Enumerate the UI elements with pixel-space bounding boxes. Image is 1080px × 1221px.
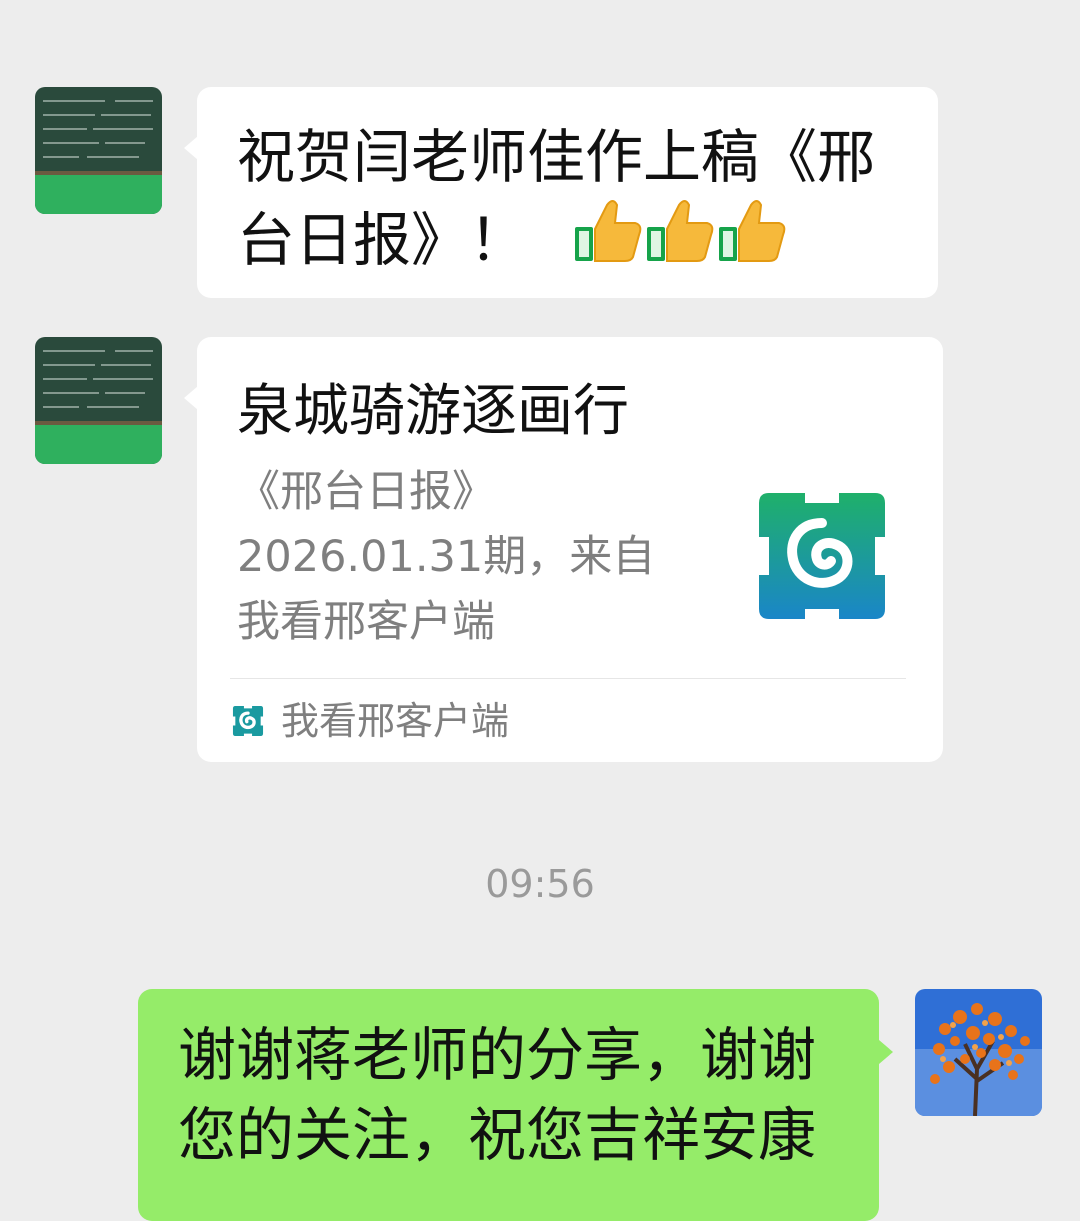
thumbs-up-emoji-icon [717,197,787,283]
bubble-tail [184,386,198,410]
thumbs-up-emoji-icon [645,197,715,283]
bubble-tail [879,1040,893,1064]
contact-avatar[interactable] [35,337,162,464]
message-text-line: 祝贺闫老师佳作上稿《邢 [237,123,876,191]
message-bubble-received[interactable]: 祝贺闫老师佳作上稿《邢 台日报》！ [197,87,938,298]
message-timestamp: 09:56 [485,862,595,906]
message-text-line: 谢谢蒋老师的分享，谢谢 [178,1021,817,1089]
thumbs-up-emoji-icon [573,197,643,283]
card-source-name: 我看邢客户端 [281,699,510,743]
message-text-line: 您的关注，祝您吉祥安康 [178,1101,817,1169]
card-description-line: 《邢台日报》 [237,467,495,517]
app-small-logo-icon [232,705,264,737]
user-avatar[interactable] [915,989,1042,1116]
message-text-line: 台日报》！ [237,197,787,283]
link-card[interactable]: 泉城骑游逐画行 《邢台日报》 2026.01.31期，来自 我看邢客户端 我看邢… [197,337,943,762]
blackboard-avatar-image [35,337,162,464]
message-text-line-2: 台日报》！ [237,206,528,274]
card-description-line: 2026.01.31期，来自 [237,532,656,582]
blackboard-avatar-image [35,87,162,214]
message-bubble-sent[interactable]: 谢谢蒋老师的分享，谢谢 您的关注，祝您吉祥安康 [138,989,879,1221]
card-divider [230,678,906,679]
card-description-line: 我看邢客户端 [237,597,495,647]
persimmon-tree-avatar-image [915,989,1042,1116]
bubble-tail [184,136,198,160]
card-title: 泉城骑游逐画行 [237,379,629,444]
app-logo-icon [755,489,889,623]
contact-avatar[interactable] [35,87,162,214]
